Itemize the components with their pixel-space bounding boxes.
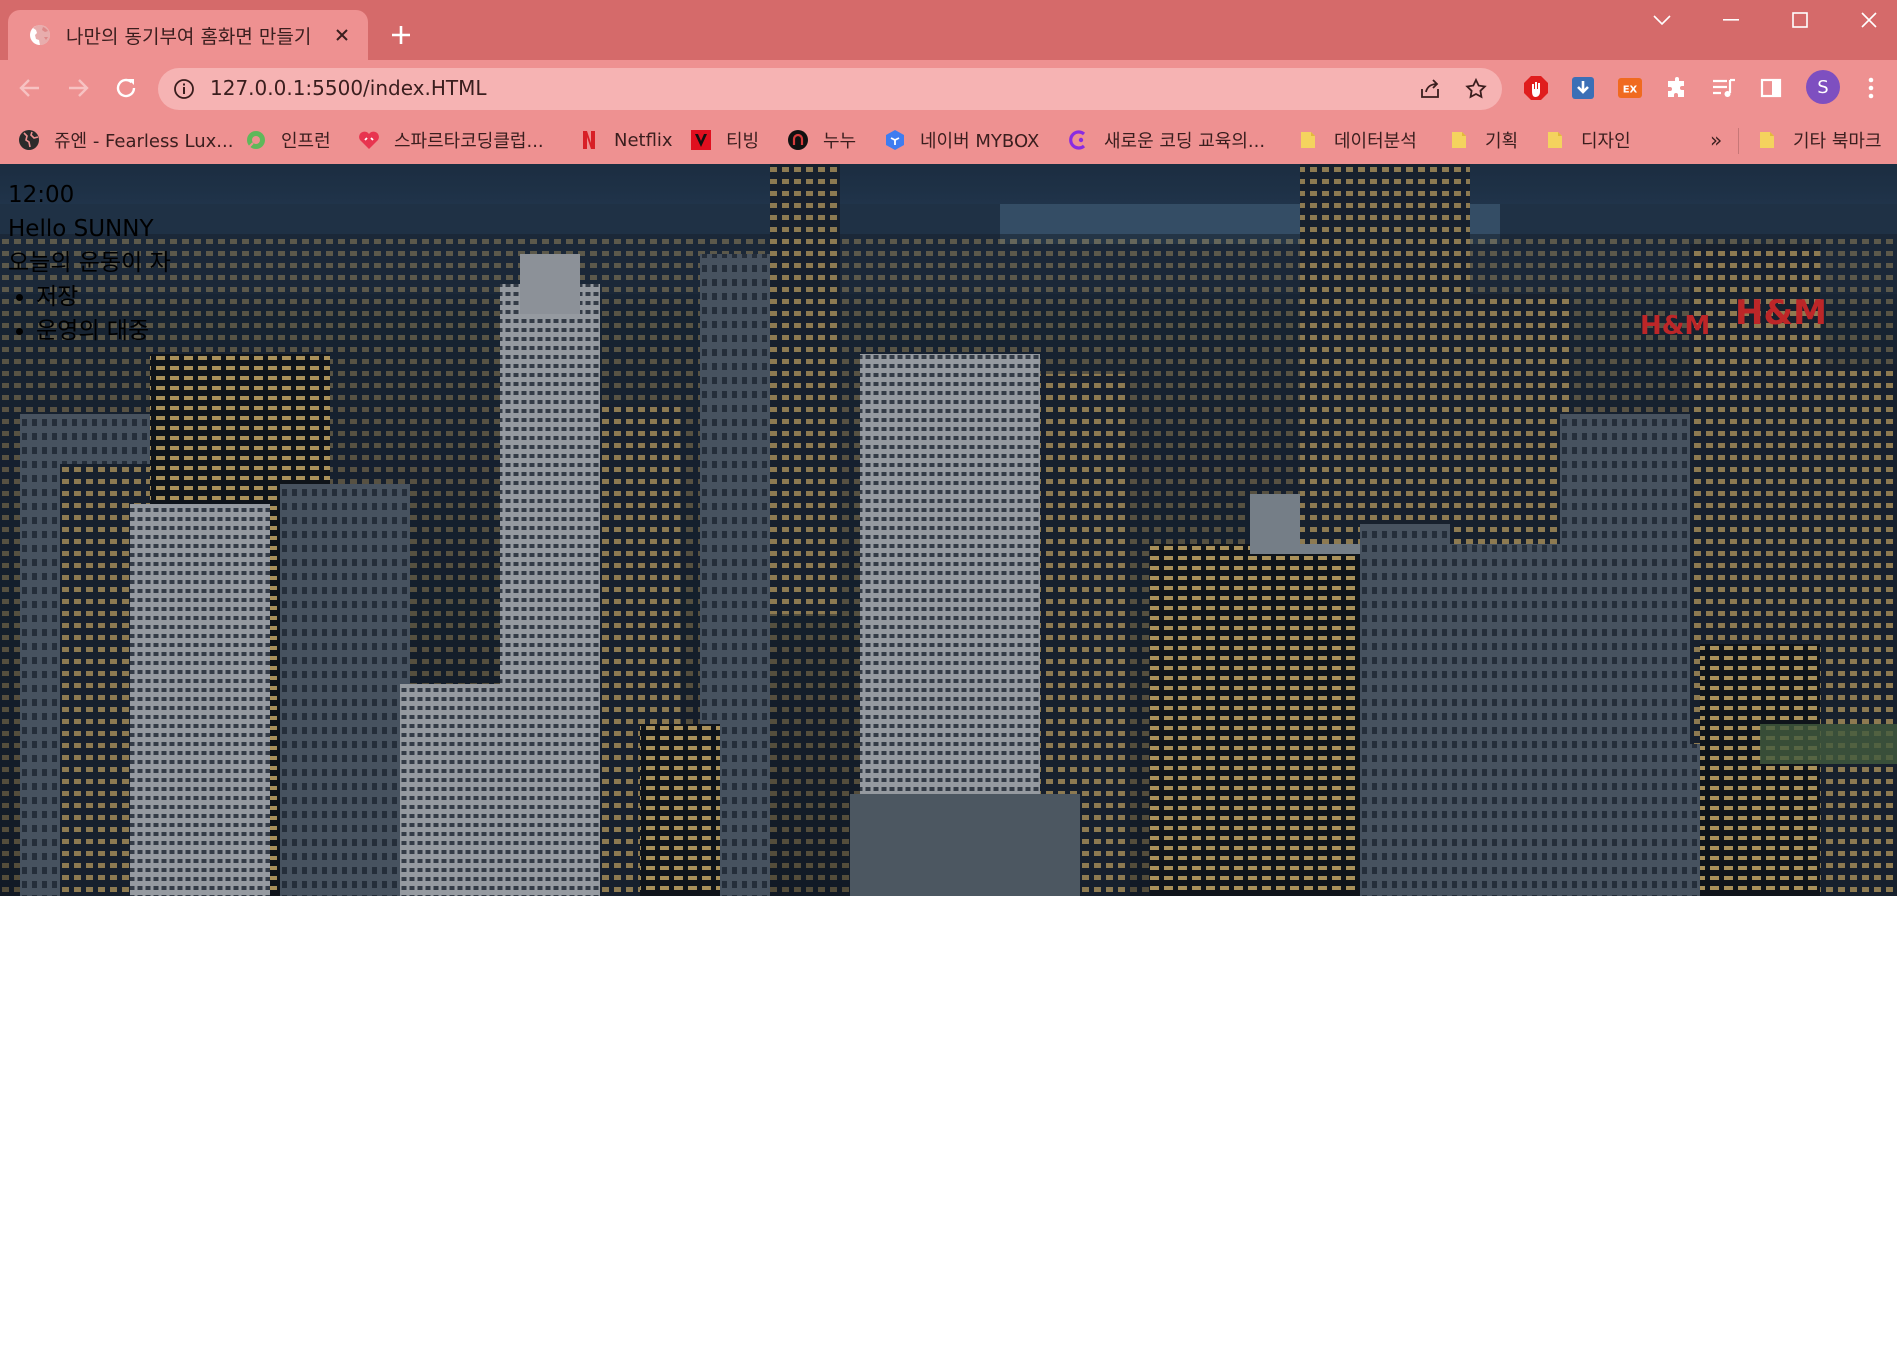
tab-title: 나만의 동기부여 홈화면 만들기 [66,25,312,48]
bookmark-label: 누누 [823,131,857,152]
site-info-icon[interactable] [172,77,196,101]
bookmarks-bar: 쥬엔 - Fearless Lux... 인프런 스파르타코딩클럽... Net… [0,116,1897,164]
bookmark-star-icon[interactable] [1464,77,1488,101]
bookmark-folder[interactable]: 디자인 [1545,124,1631,156]
bookmark-folder[interactable]: 기획 [1449,124,1518,156]
extensions-puzzle-icon[interactable] [1661,72,1693,104]
bookmark-item[interactable]: 누누 [787,124,856,156]
netflix-icon [583,131,595,149]
maximize-icon[interactable] [1766,0,1834,40]
new-tab-icon[interactable] [386,20,416,50]
svg-text:EX: EX [1623,85,1638,96]
folder-icon [1760,132,1774,148]
other-bookmarks-folder[interactable]: 기타 북마크 [1757,124,1882,156]
page-content: 12:00 Hello SUNNY 오늘의 운동이 자 저장 운영의 대중 [8,178,171,348]
page-viewport: H&M H&M 12:00 Hello SUNNY 오늘의 운동이 자 저장 운… [0,164,1897,1363]
bookmarks-divider [1738,128,1739,154]
bookmarks-overflow-button[interactable]: » [1710,124,1722,156]
active-tab[interactable]: 나만의 동기부여 홈화면 만들기 [8,10,368,60]
bookmark-label: 새로운 코딩 교육의... [1104,131,1266,152]
nunu-icon [788,130,808,150]
bookmark-label: Netflix [614,129,673,151]
bookmark-label: 데이터분석 [1334,131,1417,152]
forward-icon[interactable] [58,68,98,108]
tving-icon [691,130,711,150]
minimize-icon[interactable] [1697,0,1765,40]
profile-avatar[interactable]: S [1806,70,1840,104]
close-tab-icon[interactable] [330,23,354,47]
bookmark-label: 티빙 [726,131,760,152]
globe-icon [19,130,39,150]
bookmark-label: 네이버 MYBOX [920,131,1040,152]
inflearn-icon [247,131,265,149]
clock: 12:00 [8,182,75,208]
back-icon[interactable] [10,68,50,108]
share-icon[interactable] [1418,77,1442,101]
menu-kebab-icon[interactable] [1855,72,1887,104]
coding-icon [1069,130,1086,150]
mybox-icon [886,130,904,150]
bookmark-label: 디자인 [1581,131,1631,152]
window-close-icon[interactable] [1835,0,1897,40]
bookmark-label: 쥬엔 - Fearless Lux... [54,131,234,152]
city-skyline-background-image: H&M H&M [0,164,1897,896]
bookmark-item[interactable]: Netflix [578,124,673,156]
todo-list: 저장 운영의 대중 [8,280,171,348]
bookmark-label: 기타 북마크 [1793,131,1882,152]
adblock-icon[interactable] [1520,72,1552,104]
download-extension-icon[interactable] [1567,72,1599,104]
bookmark-item[interactable]: 새로운 코딩 교육의... [1068,124,1265,156]
bookmark-label: 기획 [1485,131,1519,152]
bookmark-label: 스파르타코딩클럽... [394,131,544,152]
folder-icon [1452,132,1466,148]
folder-icon [1301,132,1315,148]
side-panel-icon[interactable] [1755,72,1787,104]
address-bar[interactable]: 127.0.0.1:5500/index.HTML [158,68,1502,110]
bookmark-item[interactable]: 티빙 [690,124,759,156]
bookmark-item[interactable]: 스파르타코딩클럽... [358,124,544,156]
greeting: Hello SUNNY [8,216,154,242]
bookmark-item[interactable]: 네이버 MYBOX [884,124,1039,156]
tab-search-icon[interactable] [1628,0,1696,40]
bookmark-item[interactable]: 인프런 [245,124,331,156]
bookmark-label: 인프런 [281,131,331,152]
ex-extension-icon[interactable]: EX [1614,72,1646,104]
list-item: 저장 [36,280,171,314]
sparta-icon [359,131,379,149]
url-text[interactable]: 127.0.0.1:5500/index.HTML [210,76,487,100]
folder-icon [1548,132,1562,148]
browser-chrome: 나만의 동기부여 홈화면 만들기 127.0.0.1:5500/index.HT… [0,0,1897,164]
globe-icon [30,25,50,45]
motto: 오늘의 운동이 자 [8,250,171,276]
tab-strip: 나만의 동기부여 홈화면 만들기 [0,0,1897,60]
list-item: 운영의 대중 [36,314,171,348]
media-control-icon[interactable] [1708,72,1740,104]
bookmark-folder[interactable]: 데이터분석 [1298,124,1417,156]
reload-icon[interactable] [106,68,146,108]
toolbar: 127.0.0.1:5500/index.HTML EX S [0,60,1897,116]
bookmark-item[interactable]: 쥬엔 - Fearless Lux... [18,124,233,156]
